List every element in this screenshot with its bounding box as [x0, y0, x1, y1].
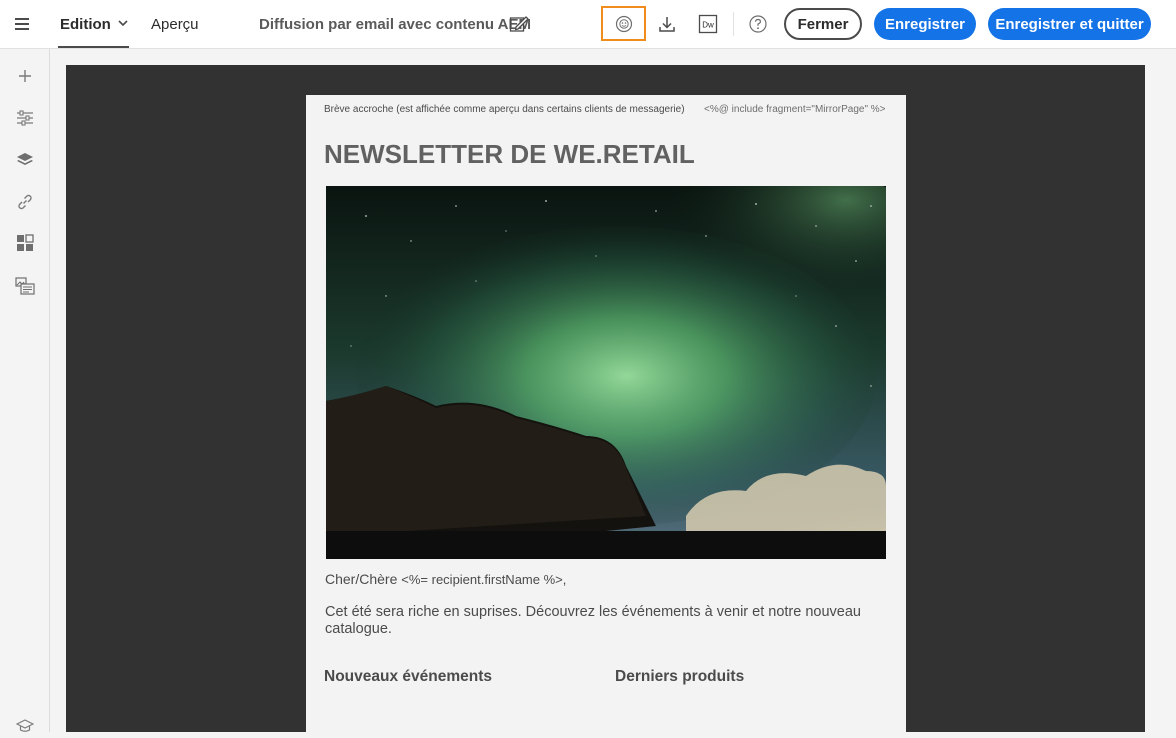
tab-apercu[interactable]: Aperçu: [151, 0, 199, 48]
mirror-page-include[interactable]: <%@ include fragment="MirrorPage" %>: [704, 104, 886, 115]
chevron-down-icon[interactable]: [116, 14, 130, 32]
latest-products-heading[interactable]: Derniers produits: [615, 668, 744, 686]
add-icon[interactable]: [13, 64, 37, 88]
toolbar-divider: [733, 12, 734, 36]
layout-grid-icon[interactable]: [13, 231, 37, 255]
top-toolbar: Edition Aperçu Diffusion par email avec …: [0, 0, 1176, 49]
graduation-cap-icon[interactable]: [13, 714, 37, 738]
sprite-face-icon[interactable]: [601, 6, 646, 41]
document-title: Diffusion par email avec contenu AEM: [259, 15, 531, 33]
preheader-text[interactable]: Brève accroche (est affichée comme aperç…: [324, 104, 685, 115]
tab-active-indicator: [58, 46, 129, 48]
editor-canvas: Brève accroche (est affichée comme aperç…: [66, 65, 1145, 735]
email-content[interactable]: Brève accroche (est affichée comme aperç…: [306, 95, 906, 735]
dw-label: Dw: [702, 21, 714, 30]
close-button[interactable]: Fermer: [784, 8, 862, 40]
help-circle-icon[interactable]: [746, 12, 770, 36]
body-paragraph[interactable]: Cet été sera riche en suprises. Découvre…: [325, 604, 885, 638]
tab-edition[interactable]: Edition: [60, 0, 111, 48]
salutation[interactable]: Cher/Chère <%= recipient.firstName %>,: [325, 571, 566, 587]
left-tool-rail: [0, 49, 50, 732]
new-events-heading[interactable]: Nouveaux événements: [324, 668, 492, 686]
sliders-icon[interactable]: [13, 106, 37, 130]
newsletter-title[interactable]: NEWSLETTER DE WE.RETAIL: [324, 139, 695, 170]
save-button[interactable]: Enregistrer: [874, 8, 976, 40]
layers-icon[interactable]: [13, 148, 37, 172]
image-text-icon[interactable]: [13, 274, 37, 298]
hamburger-menu-icon[interactable]: [8, 10, 36, 38]
hero-image[interactable]: [326, 186, 886, 559]
dreamweaver-icon[interactable]: Dw: [696, 12, 720, 36]
download-icon[interactable]: [655, 12, 679, 36]
link-icon[interactable]: [13, 190, 37, 214]
save-and-quit-button[interactable]: Enregistrer et quitter: [988, 8, 1151, 40]
salutation-text: Cher/Chère: [325, 571, 398, 587]
edit-pencil-icon[interactable]: [508, 13, 530, 35]
personalization-field: <%= recipient.firstName %>,: [401, 572, 567, 587]
